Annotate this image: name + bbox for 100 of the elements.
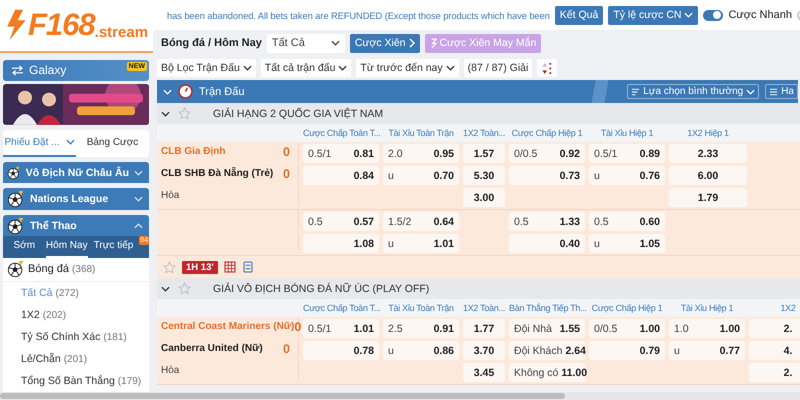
filter-select[interactable]: Tất Cả (266, 34, 345, 52)
odds-cell[interactable]: Không có 11.00 (509, 363, 585, 382)
line-text: Không có (514, 366, 558, 378)
odds-cell[interactable]: 3.45 (463, 363, 505, 382)
top-button[interactable]: Tỷ lệ cược CN (608, 6, 698, 24)
odds-cell[interactable]: u 1.01 (383, 234, 459, 253)
sort-button[interactable] (537, 59, 558, 77)
column-header: Tài Xỉu Toàn Trận (388, 303, 454, 313)
odds-cell[interactable]: 0.79 (589, 341, 665, 360)
odds-cell[interactable]: 0.5/1 1.01 (303, 319, 379, 338)
column-header: 1X2 Toàn... (463, 303, 505, 313)
odds-cell[interactable]: u 0.76 (589, 166, 665, 185)
soccer-ball-icon (7, 190, 25, 208)
odds-cell[interactable]: u 0.70 (383, 166, 459, 185)
odds-cell[interactable]: 1.5/2 0.64 (383, 212, 459, 231)
line-text: 0/0.5 (514, 148, 538, 160)
odds-cell[interactable]: u 0.86 (383, 341, 459, 360)
odds-cell[interactable]: 0.84 (303, 166, 379, 185)
market-item[interactable]: 1X2 (202) (3, 304, 149, 326)
filter-dropdown[interactable]: Từ trước đến nay (356, 59, 459, 77)
toggle-switch[interactable] (703, 10, 724, 20)
filter-dropdown[interactable]: Bộ Lọc Trận Đấu (157, 59, 256, 77)
stopwatch-icon (178, 84, 193, 99)
chevron-up-icon (134, 222, 143, 229)
tab[interactable]: Bảng Cược (76, 130, 149, 158)
league-header[interactable]: GIẢI HẠNG 2 QUỐC GIA VIỆT NAM (157, 103, 800, 124)
odds-text: 11.00 (561, 366, 588, 378)
odds-cell[interactable]: 1.08 (303, 234, 379, 253)
star-icon[interactable] (178, 107, 191, 120)
odds-cell[interactable]: 0.73 (509, 166, 585, 185)
odds-cell[interactable]: 0.5/1 0.81 (303, 144, 379, 163)
line-text: u (674, 344, 680, 356)
odds-cell[interactable]: 0.78 (303, 341, 379, 360)
column-header: Cược Chấp Hiệp 1 (592, 303, 662, 313)
odds-cell[interactable]: 5.30 (463, 166, 505, 185)
tab[interactable]: Phiếu Đặt ... (3, 130, 76, 158)
odds-cell[interactable]: 0/0.5 0.92 (509, 144, 585, 163)
top-button[interactable]: Kết Quả (554, 6, 604, 24)
odds-text: 1.55 (560, 322, 580, 334)
odds-cell[interactable]: u 1.05 (589, 234, 665, 253)
odds-cell[interactable]: u 0.77 (669, 341, 745, 360)
line-text: 0.5 (514, 216, 529, 228)
odds-cell[interactable]: 1.77 (463, 319, 505, 338)
sport-section-header[interactable]: Vô Địch Nữ Châu Âu (3, 162, 149, 184)
odds-cell[interactable]: 0.5 1.33 (509, 212, 585, 231)
odds-text: 1.05 (640, 238, 660, 250)
sport-section-header[interactable]: Nations League (3, 188, 149, 210)
odds-cell[interactable]: 0.5 0.60 (589, 212, 665, 231)
line-text: 0.5/1 (594, 148, 618, 160)
odds-cell[interactable]: 2.33 (669, 144, 747, 163)
chevron-right-icon (408, 38, 415, 48)
odds-text: 0.57 (354, 216, 374, 228)
line-text: u (594, 238, 600, 250)
live-badge: 1H 13' (182, 260, 218, 274)
league-name: GIẢI VÔ ĐỊCH BÓNG ĐÁ NỮ ÚC (PLAY OFF) (213, 282, 430, 294)
odds-cell[interactable]: 2. (749, 319, 800, 338)
list-icon[interactable] (242, 261, 254, 273)
odds-cell[interactable]: Đội Khách 2.64 (509, 341, 585, 360)
odds-cell[interactable]: 0.5/1 0.89 (589, 144, 665, 163)
soccer-ball-icon (7, 216, 25, 235)
view-option[interactable]: Ha (765, 84, 798, 99)
market-item[interactable]: Tất Cả (272) (3, 282, 149, 304)
star-icon[interactable] (178, 282, 191, 295)
soccer-ball-icon (7, 260, 25, 278)
score: 0 (283, 166, 290, 180)
filter-dropdown[interactable]: (87 / 87) Giải (464, 59, 532, 77)
odds-text: 0.89 (640, 148, 660, 160)
odds-cell[interactable]: Đội Nhà 1.55 (509, 319, 585, 338)
chevron-down-icon (66, 139, 75, 146)
grid-icon[interactable] (224, 261, 236, 273)
odds-cell[interactable]: 0.5 0.57 (303, 212, 379, 231)
odds-cell[interactable]: 1.0 1.00 (669, 319, 745, 338)
odds-cell[interactable]: 2.0 0.95 (383, 144, 459, 163)
odds-cell[interactable]: 1.79 (669, 188, 747, 207)
star-icon[interactable] (163, 260, 176, 274)
team-name: Central Coast Mariners (Nữ) (161, 321, 294, 332)
chevron-down-icon (161, 110, 170, 116)
team-name: Hòa (161, 365, 180, 376)
odds-cell[interactable]: 3.00 (463, 188, 505, 207)
line-text: 0.5 (594, 216, 609, 228)
odds-cell[interactable]: 0.40 (509, 234, 585, 253)
odds-cell[interactable]: 4. (749, 341, 800, 360)
view-option[interactable]: Lựa chọn bình thường (627, 84, 760, 99)
brand-name: F168 (28, 7, 95, 44)
market-item[interactable]: Lẻ/Chẵn (201) (3, 348, 149, 370)
odds-text: 1.01 (354, 322, 374, 334)
parlay-button[interactable]: Cược Xiên (350, 34, 420, 52)
league-header[interactable]: GIẢI VÔ ĐỊCH BÓNG ĐÁ NỮ ÚC (PLAY OFF) (157, 278, 800, 299)
odds-cell[interactable]: 2. (749, 363, 800, 382)
filter-dropdown[interactable]: Tất cả trận đấu (260, 59, 352, 77)
odds-cell[interactable]: 2.5 0.91 (383, 319, 459, 338)
odds-cell[interactable]: 3.70 (463, 341, 505, 360)
tab[interactable]: Sớm (3, 236, 46, 258)
sport-section-header[interactable]: Thể Thao (3, 214, 149, 236)
odds-cell[interactable]: 1.57 (463, 144, 505, 163)
market-item[interactable]: Tổng Số Bàn Thắng (179) (3, 370, 149, 392)
market-item[interactable]: Tỷ Số Chính Xác (181) (3, 326, 149, 348)
odds-cell[interactable]: 6.00 (669, 166, 747, 185)
scrollbar[interactable] (0, 393, 565, 399)
odds-cell[interactable]: 0/0.5 1.00 (589, 319, 665, 338)
